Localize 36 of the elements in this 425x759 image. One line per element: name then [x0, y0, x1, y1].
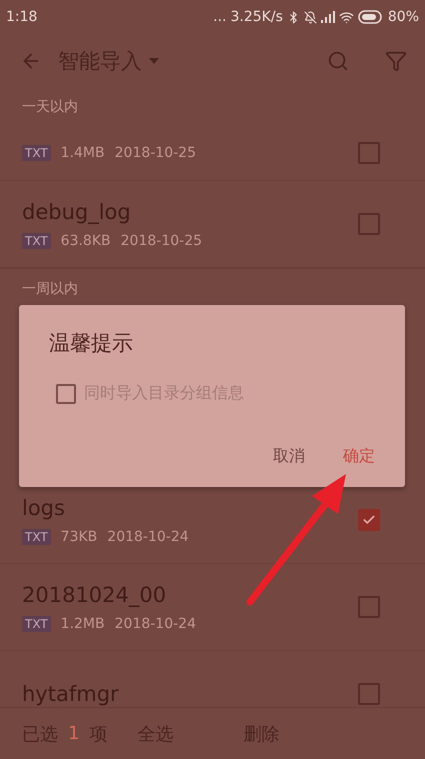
file-date: 2018-10-24: [107, 529, 189, 545]
dropdown-caret-icon[interactable]: [148, 57, 160, 65]
alarm-off-icon: [304, 10, 317, 24]
file-size: 63.8KB: [60, 233, 111, 249]
file-size: 73KB: [60, 529, 98, 545]
file-date: 2018-10-25: [114, 144, 196, 160]
file-type-badge: TXT: [22, 233, 51, 249]
section-header: 一周以内: [22, 280, 78, 298]
file-size: 1.4MB: [60, 144, 105, 160]
confirm-button[interactable]: 确定: [343, 446, 375, 467]
file-size: 1.2MB: [60, 616, 105, 632]
selected-count: 1: [68, 723, 80, 744]
checkbox[interactable]: [56, 384, 76, 404]
battery-icon: [358, 10, 384, 24]
dialog-title: 温馨提示: [49, 330, 133, 357]
checkbox[interactable]: [358, 142, 380, 164]
checkbox[interactable]: [358, 213, 380, 235]
search-icon[interactable]: [327, 50, 349, 72]
file-type-badge: TXT: [22, 616, 51, 632]
battery-percent: 80%: [388, 9, 419, 25]
checkbox[interactable]: [358, 596, 380, 618]
cancel-button[interactable]: 取消: [273, 446, 305, 467]
checkbox[interactable]: [358, 683, 380, 705]
file-type-badge: TXT: [22, 529, 51, 545]
network-speed: 3.25K/s: [230, 9, 283, 25]
notification-dots: ...: [213, 9, 226, 25]
signal-icon: [320, 11, 335, 23]
check-icon: [362, 513, 376, 527]
clock-time: 1:18: [6, 9, 38, 25]
filter-icon[interactable]: [385, 50, 407, 72]
file-type-badge: TXT: [22, 144, 51, 160]
file-date: 2018-10-25: [120, 233, 202, 249]
checkbox[interactable]: [358, 509, 380, 531]
file-date: 2018-10-24: [114, 616, 196, 632]
wifi-icon: [338, 10, 354, 24]
section-header: 一天以内: [22, 98, 78, 116]
